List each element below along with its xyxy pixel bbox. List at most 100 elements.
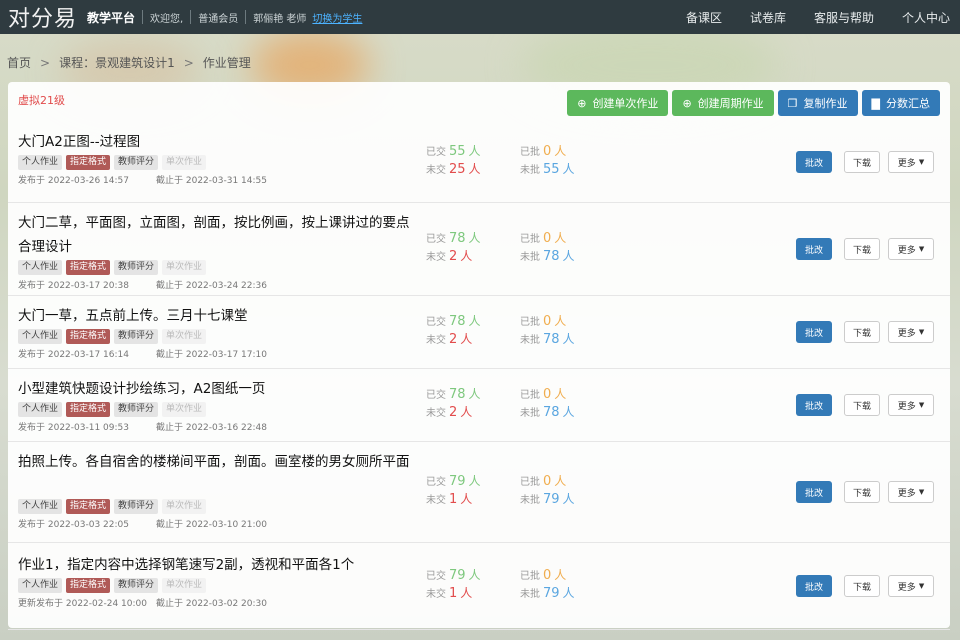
nav-personal-center[interactable]: 个人中心 (902, 9, 950, 26)
nav-exam-bank[interactable]: 试卷库 (750, 9, 786, 26)
assignment-title[interactable]: 小型建筑快题设计抄绘练习，A2图纸一页 (18, 377, 413, 401)
graded-count[interactable]: 0 (543, 387, 551, 402)
caret-down-icon: ▼ (918, 245, 925, 253)
submitted-count[interactable]: 78 (449, 231, 466, 246)
submitted-count[interactable]: 79 (449, 568, 466, 583)
not-submitted-count[interactable]: 2 (449, 332, 457, 347)
create-single-assignment-button[interactable]: ⊕ 创建单次作业 (567, 90, 669, 116)
top-nav-menu: 备课区 试卷库 客服与帮助 个人中心 (658, 0, 950, 34)
assignment-tag: 指定格式 (66, 155, 111, 170)
assignment-tag: 教师评分 (114, 578, 159, 593)
not-submitted-count[interactable]: 1 (449, 492, 457, 507)
grade-button[interactable]: 批改 (796, 575, 832, 597)
unit-label: 人 (468, 314, 481, 328)
submitted-count[interactable]: 79 (449, 474, 466, 489)
assignment-tag: 教师评分 (114, 329, 159, 344)
assignment-title[interactable]: 大门一草，五点前上传。三月十七课堂 (18, 304, 413, 328)
publish-date: 发布于 2022-03-26 14:57 (18, 176, 129, 186)
not-graded-count[interactable]: 55 (543, 162, 560, 177)
grade-button[interactable]: 批改 (796, 481, 832, 503)
download-button[interactable]: 下载 (844, 321, 880, 343)
assignment-row: 大门A2正图--过程图 个人作业 指定格式 教师评分 单次作业 发布于 2022-03… (8, 122, 950, 203)
submission-stats: 已交 79 人 未交 1 人 (426, 472, 481, 508)
download-button[interactable]: 下载 (844, 238, 880, 260)
assignment-title[interactable]: 作业1，指定内容中选择钢笔速写2副，透视和平面各1个 (18, 553, 413, 577)
grade-button[interactable]: 批改 (796, 151, 832, 173)
grade-button[interactable]: 批改 (796, 321, 832, 343)
more-dropdown-button[interactable]: 更多 ▼ (888, 394, 934, 416)
unit-label: 人 (460, 492, 473, 506)
download-button[interactable]: 下载 (844, 481, 880, 503)
site-logo[interactable]: 对分易 (8, 1, 77, 33)
submitted-label: 已交 (426, 390, 446, 401)
graded-count[interactable]: 0 (543, 231, 551, 246)
assignment-title[interactable]: 大门A2正图--过程图 (18, 130, 413, 154)
unit-label: 人 (554, 231, 567, 245)
not-graded-count[interactable]: 78 (543, 332, 560, 347)
grading-stats: 已批 0 人 未批 79 人 (520, 566, 575, 602)
download-button[interactable]: 下载 (844, 394, 880, 416)
breadcrumb-course[interactable]: 课程：景观建筑设计1 (59, 54, 175, 71)
more-dropdown-button[interactable]: 更多 ▼ (888, 151, 934, 173)
grade-button[interactable]: 批改 (796, 394, 832, 416)
not-submitted-count[interactable]: 25 (449, 162, 466, 177)
assignment-row: 大门一草，五点前上传。三月十七课堂 个人作业 指定格式 教师评分 单次作业 发布于 2… (8, 296, 950, 369)
more-dropdown-button[interactable]: 更多 ▼ (888, 575, 934, 597)
copy-assignment-button[interactable]: ❐ 复制作业 (777, 90, 858, 116)
nav-help[interactable]: 客服与帮助 (814, 9, 874, 26)
not-graded-label: 未批 (520, 589, 540, 600)
submission-stats: 已交 55 人 未交 25 人 (426, 142, 481, 178)
not-graded-count[interactable]: 78 (543, 405, 560, 420)
graded-label: 已批 (520, 317, 540, 328)
divider (142, 10, 144, 24)
not-submitted-count[interactable]: 1 (449, 586, 457, 601)
unit-label: 人 (562, 332, 575, 346)
graded-count[interactable]: 0 (543, 568, 551, 583)
not-submitted-count[interactable]: 2 (449, 405, 457, 420)
more-dropdown-button[interactable]: 更多 ▼ (888, 481, 934, 503)
unit-label: 人 (562, 586, 575, 600)
unit-label: 人 (468, 387, 481, 401)
submitted-label: 已交 (426, 234, 446, 245)
more-dropdown-button[interactable]: 更多 ▼ (888, 321, 934, 343)
assignment-row: 大门二草，平面图，立面图，剖面，按比例画，按上课讲过的要点合理设计 个人作业 指定… (8, 203, 950, 296)
not-graded-count[interactable]: 79 (543, 586, 560, 601)
submission-stats: 已交 78 人 未交 2 人 (426, 385, 481, 421)
assignment-tag: 单次作业 (162, 155, 207, 170)
assignment-dates: 发布于 2022-03-03 22:05 截止于 2022-03-10 21:0… (18, 517, 267, 530)
nav-lesson-prep[interactable]: 备课区 (686, 9, 722, 26)
copy-icon: ❐ (787, 96, 798, 110)
grade-button[interactable]: 批改 (796, 238, 832, 260)
not-graded-count[interactable]: 78 (543, 249, 560, 264)
graded-label: 已批 (520, 147, 540, 158)
unit-label: 人 (460, 586, 473, 600)
action-toolbar: ⊕ 创建单次作业 ⊕ 创建周期作业 ❐ 复制作业 ▇ 分数汇总 (563, 90, 940, 116)
graded-count[interactable]: 0 (543, 314, 551, 329)
score-summary-button[interactable]: ▇ 分数汇总 (861, 90, 940, 116)
submitted-count[interactable]: 55 (449, 144, 466, 159)
not-submitted-label: 未交 (426, 408, 446, 419)
create-periodic-assignment-button[interactable]: ⊕ 创建周期作业 (672, 90, 774, 116)
not-submitted-count[interactable]: 2 (449, 249, 457, 264)
grading-stats: 已批 0 人 未批 79 人 (520, 472, 575, 508)
caret-down-icon: ▼ (918, 488, 925, 496)
breadcrumb-home[interactable]: 首页 (7, 54, 31, 71)
not-submitted-label: 未交 (426, 589, 446, 600)
assignment-title[interactable]: 大门二草，平面图，立面图，剖面，按比例画，按上课讲过的要点合理设计 (18, 211, 413, 259)
unit-label: 人 (554, 474, 567, 488)
submitted-count[interactable]: 78 (449, 314, 466, 329)
divider (190, 10, 192, 24)
bar-chart-icon: ▇ (871, 96, 880, 110)
assignment-tag: 指定格式 (66, 402, 111, 417)
download-button[interactable]: 下载 (844, 151, 880, 173)
download-button[interactable]: 下载 (844, 575, 880, 597)
graded-count[interactable]: 0 (543, 144, 551, 159)
submitted-count[interactable]: 78 (449, 387, 466, 402)
graded-count[interactable]: 0 (543, 474, 551, 489)
row-actions: 批改 下载 更多 ▼ (796, 151, 934, 173)
more-label: 更多 (897, 401, 916, 412)
assignment-title[interactable]: 拍照上传。各自宿舍的楼梯间平面，剖面。画室楼的男女厕所平面 (18, 450, 413, 474)
more-dropdown-button[interactable]: 更多 ▼ (888, 238, 934, 260)
switch-to-student-link[interactable]: 切换为学生 (312, 10, 362, 25)
not-graded-count[interactable]: 79 (543, 492, 560, 507)
